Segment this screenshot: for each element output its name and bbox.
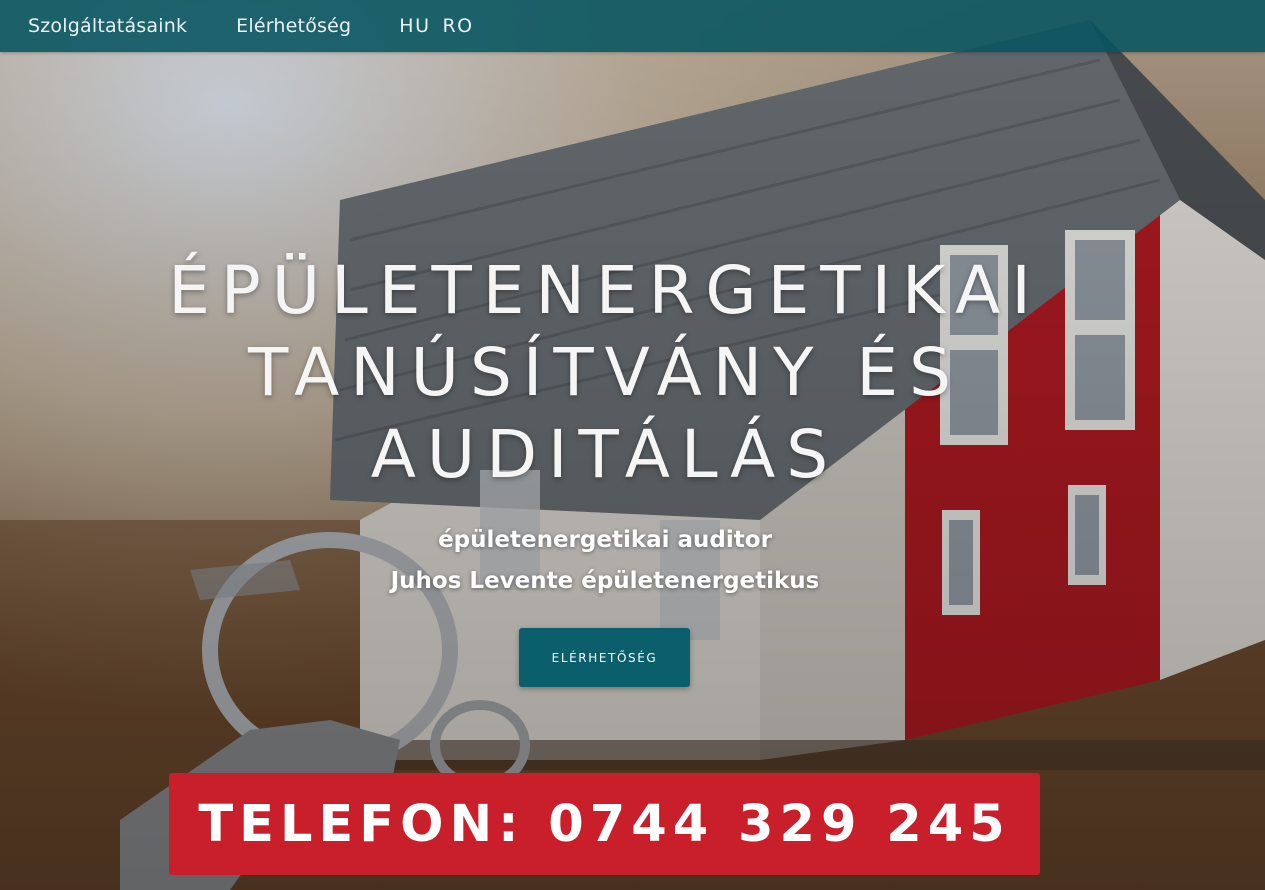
headline-line-3: AUDITÁLÁS	[370, 416, 840, 493]
nav-contact-link[interactable]: Elérhetőség	[236, 15, 351, 37]
hero-subtitle: épületenergetikai auditor Juhos Levente …	[0, 520, 1210, 602]
contact-cta-button[interactable]: ELÉRHETŐSÉG	[519, 628, 690, 687]
language-switcher: HU RO	[399, 15, 485, 37]
subtitle-line-2: Juhos Levente épületenergetikus	[390, 568, 820, 594]
nav-services-link[interactable]: Szolgáltatásaink	[28, 15, 187, 37]
hero-content: ÉPÜLETENERGETIKAI TANÚSÍTVÁNY ÉS AUDITÁL…	[0, 250, 1210, 602]
headline-line-1: ÉPÜLETENERGETIKAI	[168, 252, 1042, 329]
phone-banner[interactable]: TELEFON: 0744 329 245	[169, 773, 1040, 875]
subtitle-line-1: épületenergetikai auditor	[438, 527, 772, 553]
hero-headline: ÉPÜLETENERGETIKAI TANÚSÍTVÁNY ÉS AUDITÁL…	[0, 250, 1210, 496]
headline-line-2: TANÚSÍTVÁNY ÉS	[247, 334, 963, 411]
top-navbar: Szolgáltatásaink Elérhetőség HU RO	[0, 0, 1265, 52]
lang-hu-link[interactable]: HU	[399, 15, 430, 37]
lang-ro-link[interactable]: RO	[442, 15, 473, 37]
